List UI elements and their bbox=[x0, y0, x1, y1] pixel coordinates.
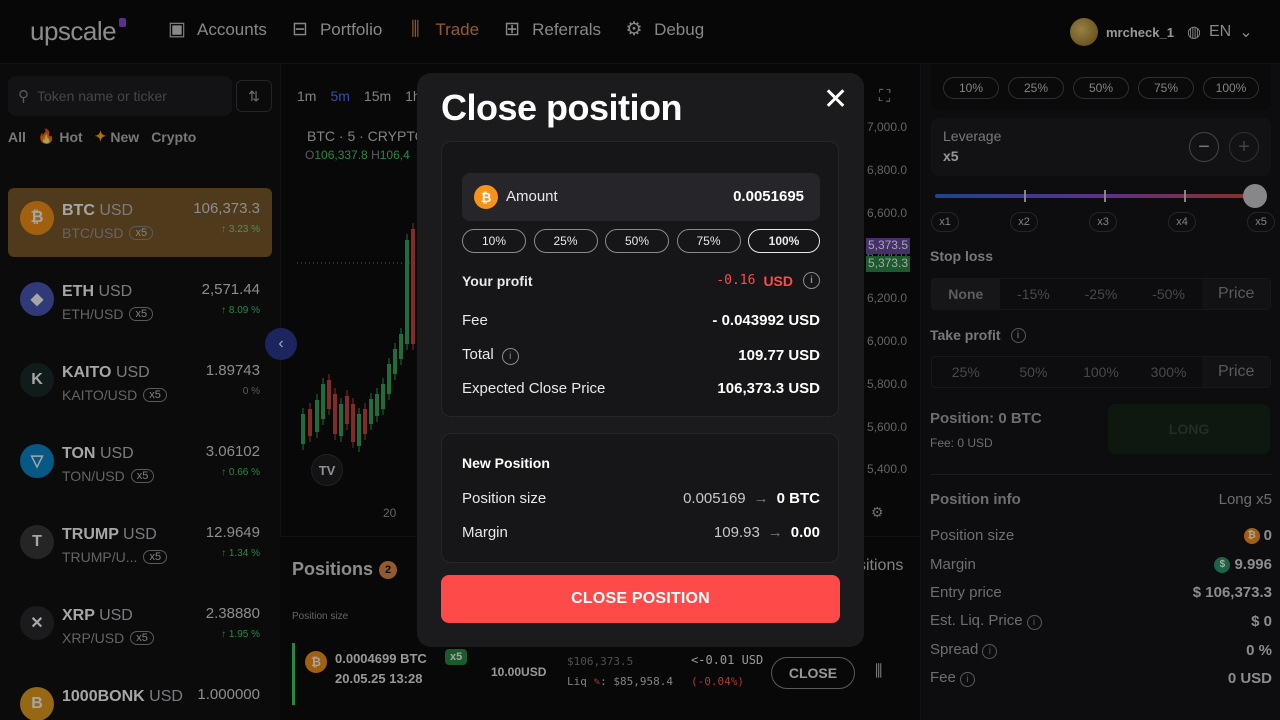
profit-value: -0.16 bbox=[716, 273, 756, 288]
ecp-value: 106,373.3 USD bbox=[717, 380, 820, 397]
close-pct-10[interactable]: 10% bbox=[462, 229, 526, 253]
margin-from: 109.93 bbox=[713, 524, 760, 541]
margin-to: 0.00 bbox=[790, 524, 820, 541]
new-margin-row: Margin 109.93 → 0.00 bbox=[462, 524, 820, 541]
profit-value-group: -0.16 USD i bbox=[716, 272, 820, 289]
new-position-size-row: Position size 0.005169 → 0 BTC bbox=[462, 490, 820, 507]
arrow-right-icon: → bbox=[753, 490, 769, 507]
close-position-button[interactable]: CLOSE POSITION bbox=[441, 575, 840, 623]
expected-close-price-row: Expected Close Price 106,373.3 USD bbox=[462, 380, 820, 397]
close-pct-100[interactable]: 100% bbox=[748, 229, 820, 253]
fee-row: Fee - 0.043992 USD bbox=[462, 312, 820, 329]
new-position-card: New Position Position size 0.005169 → 0 BTC… bbox=[441, 433, 839, 563]
close-percent-selector: 10% 25% 50% 75% 100% bbox=[462, 229, 820, 253]
close-pct-50[interactable]: 50% bbox=[605, 229, 669, 253]
close-icon[interactable]: ✕ bbox=[823, 85, 848, 115]
new-position-title: New Position bbox=[462, 455, 550, 471]
fee-value: - 0.043992 USD bbox=[712, 312, 820, 329]
margin-label: Margin bbox=[462, 524, 508, 541]
pos-size-to: 0 BTC bbox=[776, 490, 820, 507]
total-value: 109.77 USD bbox=[738, 347, 820, 364]
close-position-modal: Close position ✕ ₿ Amount 0.0051695 10% 2… bbox=[417, 73, 864, 647]
amount-field[interactable]: ₿ Amount 0.0051695 bbox=[462, 173, 820, 221]
info-icon[interactable]: i bbox=[803, 272, 820, 289]
total-row: Total i 109.77 USD bbox=[462, 346, 820, 365]
modal-title: Close position bbox=[441, 87, 683, 128]
fee-label: Fee bbox=[462, 312, 488, 329]
total-label-group: Total i bbox=[462, 346, 519, 365]
margin-change: 109.93 → 0.00 bbox=[714, 524, 820, 541]
amount-value: 0.0051695 bbox=[733, 188, 804, 205]
pos-size-change: 0.005169 → 0 BTC bbox=[683, 490, 820, 507]
profit-label: Your profit bbox=[462, 272, 533, 289]
total-label: Total bbox=[462, 346, 494, 363]
close-details-card: ₿ Amount 0.0051695 10% 25% 50% 75% 100% Your… bbox=[441, 141, 839, 417]
btc-icon: ₿ bbox=[474, 185, 498, 209]
pos-size-label: Position size bbox=[462, 490, 547, 507]
pos-size-from: 0.005169 bbox=[683, 490, 746, 507]
close-pct-75[interactable]: 75% bbox=[676, 229, 741, 253]
app-root: upscale ▣ Accounts ⊟ Portfolio ⫼ Trade ⊞ Ref… bbox=[0, 0, 1280, 720]
ecp-label: Expected Close Price bbox=[462, 380, 606, 397]
arrow-right-icon: → bbox=[767, 524, 783, 541]
close-pct-25[interactable]: 25% bbox=[533, 229, 598, 253]
profit-unit: USD bbox=[763, 272, 793, 289]
info-icon[interactable]: i bbox=[501, 348, 519, 365]
amount-label: Amount bbox=[506, 188, 558, 205]
profit-row: Your profit -0.16 USD i bbox=[462, 272, 820, 289]
